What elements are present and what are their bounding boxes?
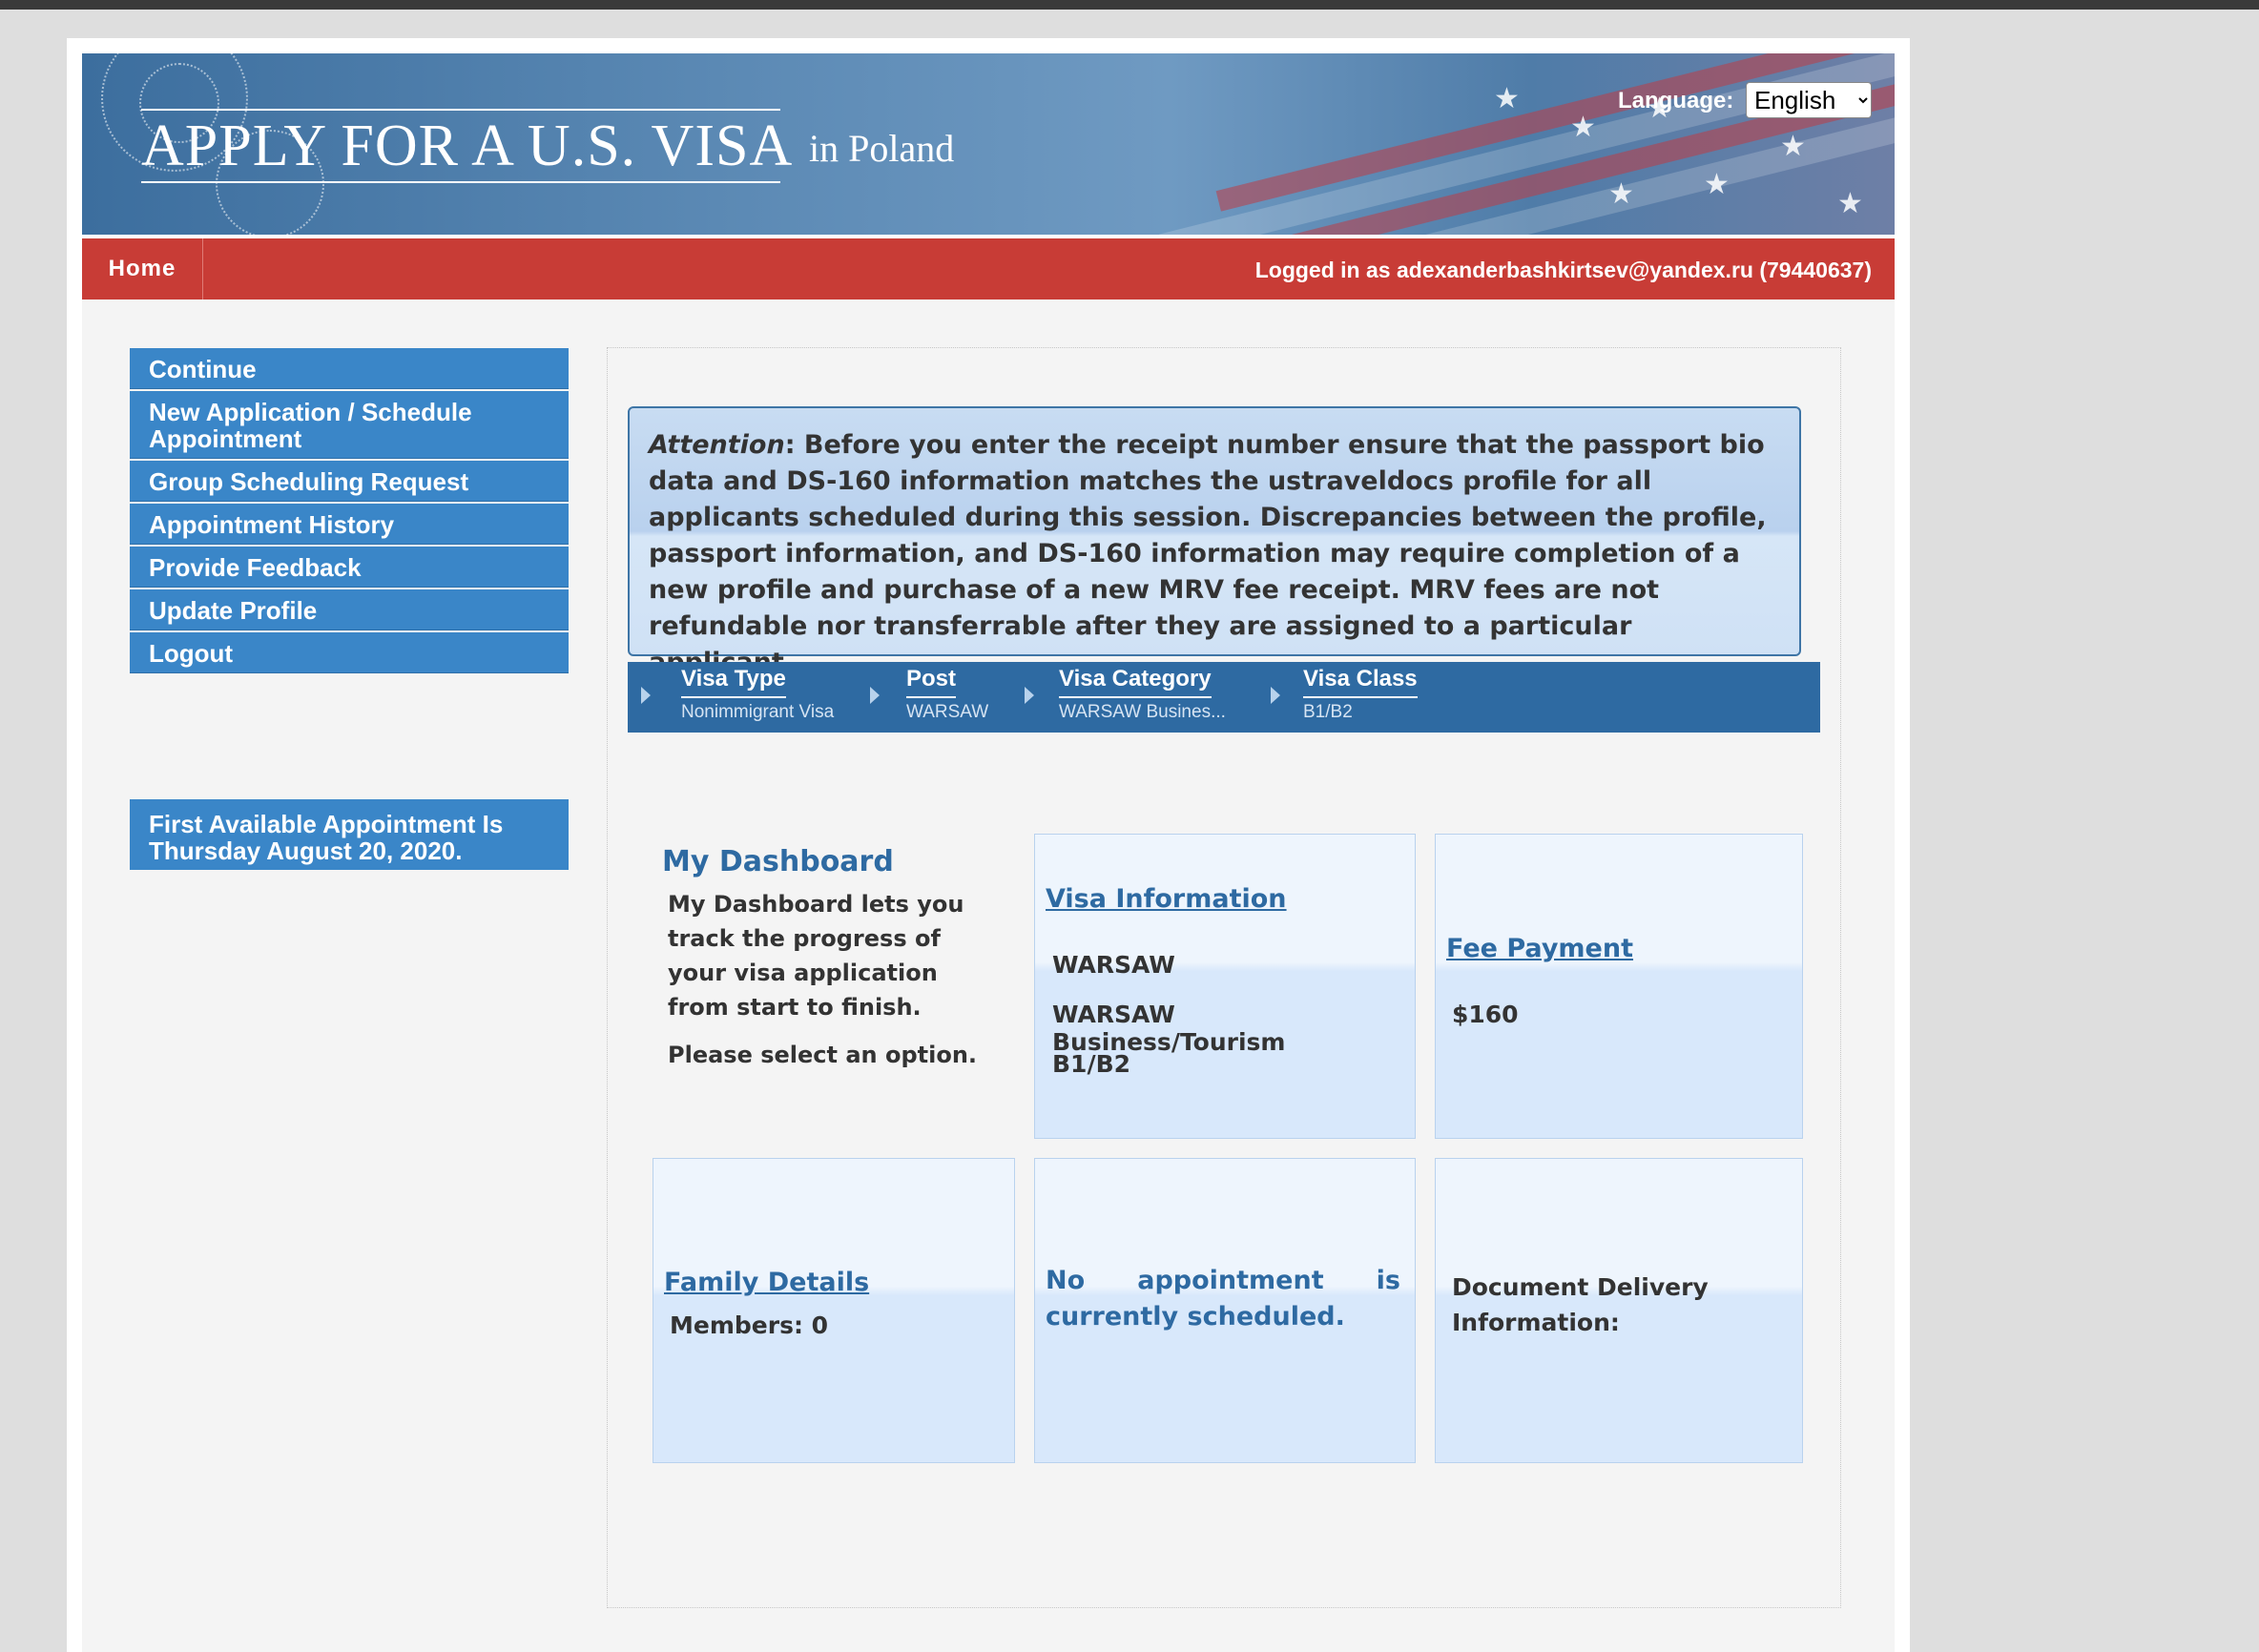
visa-info-post: WARSAW (1052, 951, 1175, 979)
breadcrumb-label: Post (906, 666, 957, 698)
chevron-right-icon (641, 687, 651, 704)
star-icon: ★ (1837, 187, 1863, 220)
sidebar-menu: Continue New Application / Schedule Appo… (130, 348, 569, 675)
star-icon: ★ (1570, 111, 1596, 144)
appointment-status-word: appointment (1137, 1266, 1324, 1295)
family-details-link[interactable]: Family Details (664, 1268, 869, 1297)
attention-notice: Attention: Before you enter the receipt … (628, 406, 1801, 677)
title-rule-top (141, 109, 780, 111)
chevron-right-icon (1271, 687, 1280, 704)
visa-information-card: Visa Information WARSAW WARSAW Business/… (1034, 834, 1416, 1139)
attention-prefix: Attention (649, 430, 785, 460)
star-icon: ★ (1704, 168, 1730, 201)
sidebar-item-provide-feedback[interactable]: Provide Feedback (130, 547, 569, 588)
logged-in-status: Logged in as adexanderbashkirtsev@yandex… (1254, 258, 1872, 282)
chevron-right-icon (1025, 687, 1034, 704)
dashboard-prompt: Please select an option. (668, 1042, 978, 1068)
application-breadcrumbs: Visa Type Nonimmigrant Visa Post WARSAW … (628, 662, 1820, 733)
language-select[interactable]: English (1746, 82, 1872, 118)
breadcrumb-value: B1/B2 (1303, 702, 1353, 722)
language-label: Language: (1618, 88, 1734, 114)
chevron-right-icon (870, 687, 880, 704)
sidebar-item-new-application[interactable]: New Application / Schedule Appointment (130, 391, 569, 459)
appointment-status-card: No appointment is currently scheduled. (1034, 1158, 1416, 1463)
breadcrumb-label: Visa Class (1303, 666, 1418, 698)
fee-payment-link[interactable]: Fee Payment (1446, 934, 1633, 963)
appointment-status-word: is (1376, 1266, 1400, 1295)
breadcrumb-label: Visa Category (1059, 666, 1212, 698)
visa-info-class: B1/B2 (1052, 1050, 1131, 1078)
dashboard-description: My Dashboard lets you track the progress… (668, 891, 964, 1021)
sidebar-item-continue[interactable]: Continue (130, 348, 569, 389)
attention-text: : Before you enter the receipt number en… (649, 430, 1767, 677)
site-country: in Poland (809, 127, 955, 170)
sidebar-item-logout[interactable]: Logout (130, 632, 569, 673)
document-delivery-title: Document Delivery Information: (1452, 1273, 1709, 1336)
visa-information-link[interactable]: Visa Information (1046, 884, 1287, 914)
star-icon: ★ (1780, 130, 1806, 163)
appointment-status-word: No (1046, 1266, 1086, 1295)
site-title: APPLY FOR A U.S. VISA (141, 114, 794, 178)
dashboard-title: My Dashboard (662, 845, 894, 878)
browser-top-edge (0, 0, 2259, 10)
fee-payment-card: Fee Payment $160 (1435, 834, 1803, 1139)
breadcrumb-value: WARSAW (906, 702, 989, 722)
nav-home-link[interactable]: Home (82, 238, 203, 299)
appointment-status-line2: currently scheduled. (1046, 1302, 1345, 1332)
sidebar-item-appointment-history[interactable]: Appointment History (130, 504, 569, 545)
appointment-status-line1: No appointment is (1046, 1266, 1400, 1295)
star-icon: ★ (1608, 177, 1634, 211)
breadcrumb-value: WARSAW Busines... (1059, 702, 1226, 722)
sidebar-item-update-profile[interactable]: Update Profile (130, 589, 569, 630)
breadcrumb-label: Visa Type (681, 666, 786, 698)
breadcrumb-value: Nonimmigrant Visa (681, 702, 835, 722)
fee-payment-amount: $160 (1452, 1001, 1519, 1028)
first-available-appointment-notice: First Available Appointment Is Thursday … (130, 799, 569, 870)
sidebar-item-group-scheduling[interactable]: Group Scheduling Request (130, 461, 569, 502)
visa-info-category: WARSAW Business/Tourism (1052, 1001, 1286, 1056)
document-delivery-card: Document Delivery Information: (1435, 1158, 1803, 1463)
top-nav-bar: Home Logged in as adexanderbashkirtsev@y… (82, 238, 1895, 299)
family-details-card: Family Details Members: 0 (653, 1158, 1015, 1463)
family-members-count: Members: 0 (670, 1311, 829, 1339)
title-rule-bottom (141, 181, 780, 183)
star-icon: ★ (1494, 82, 1520, 115)
